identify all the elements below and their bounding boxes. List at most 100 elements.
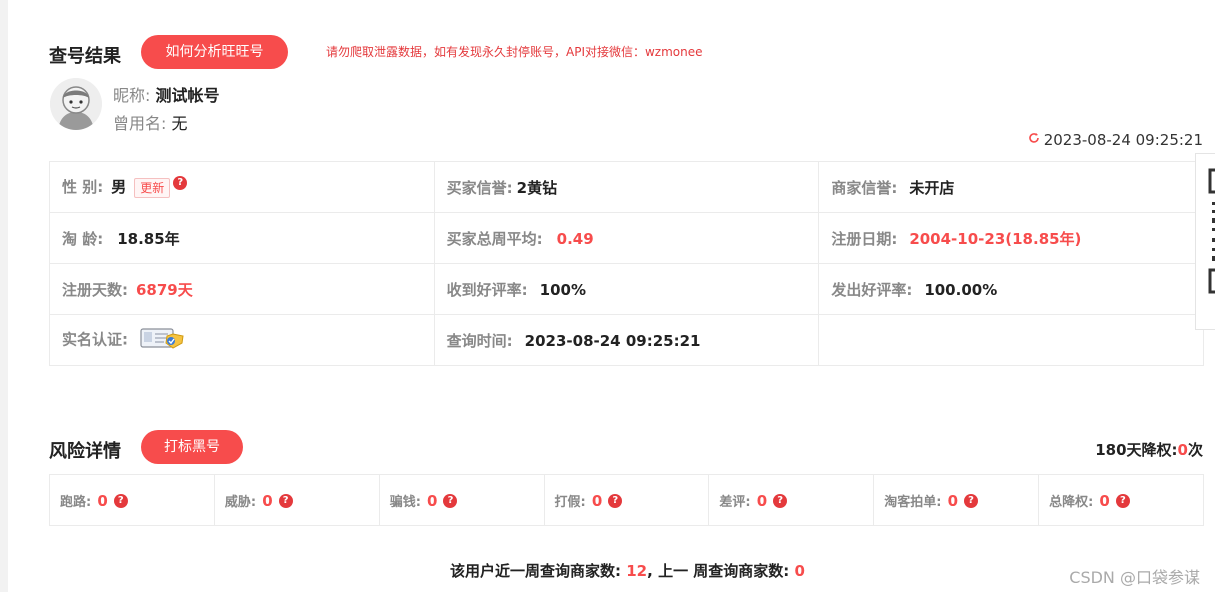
help-icon[interactable]: ?: [773, 493, 788, 508]
table-row: 注册天数: 6879天 收到好评率: 100% 发出好评率: 100.00%: [49, 263, 1204, 315]
avatar: [50, 78, 102, 130]
risk-value: 0: [756, 491, 768, 510]
analyze-wangwang-button[interactable]: 如何分析旺旺号: [141, 35, 288, 69]
reg-date-value: 2004-10-23(18.85年): [909, 229, 1082, 248]
query-time-label: 查询时间:: [446, 331, 513, 350]
age-value: 18.85年: [117, 229, 180, 248]
buyer-weekly-label: 买家总周平均:: [446, 229, 543, 248]
csdn-watermark: CSDN @口袋参谋: [1069, 568, 1200, 587]
gender-cell: 性 别: 男更新?: [49, 161, 435, 213]
good-given-value: 100.00%: [924, 280, 998, 299]
risk-value: 0: [427, 491, 438, 510]
reg-days-value: 6879天: [136, 280, 193, 299]
mark-black-account-button[interactable]: 打标黑号: [141, 430, 243, 464]
risk-label: 骗钱:: [389, 494, 421, 510]
seller-credit-label: 商家信誉:: [831, 178, 898, 197]
reg-days-cell: 注册天数: 6879天: [49, 263, 435, 315]
risk-value: 0: [947, 491, 958, 510]
downgrade-summary: 180天降权:0次: [1095, 439, 1203, 460]
nickname-label: 昵称:: [113, 86, 151, 105]
risk-item-scam: 骗钱: 0?: [378, 474, 545, 526]
buyer-weekly-value: 0.49: [556, 229, 594, 248]
page-title: 查号结果: [49, 46, 121, 67]
former-name-row: 曾用名: 无: [113, 110, 188, 134]
risk-table: 跑路: 0? 威胁: 0? 骗钱: 0? 打假: 0? 差评: 0? 淘客拍单:…: [49, 474, 1204, 526]
timestamp-text: 2023-08-24 09:25:21: [1043, 131, 1203, 149]
help-icon[interactable]: ?: [1115, 493, 1130, 508]
table-row: 跑路: 0? 威胁: 0? 骗钱: 0? 打假: 0? 差评: 0? 淘客拍单:…: [49, 474, 1204, 526]
nickname-value: 测试帐号: [155, 86, 220, 105]
refresh-icon[interactable]: [1028, 132, 1040, 148]
risk-item-counterfeit-report: 打假: 0?: [543, 474, 710, 526]
weekly-current-label: 该用户近一周查询商家数:: [450, 562, 622, 580]
risk-value: 0: [591, 491, 603, 510]
gender-value: 男: [111, 178, 127, 197]
age-cell: 淘 龄: 18.85年: [49, 212, 435, 264]
notice-text: 请勿爬取泄露数据，如有发现永久封停账号，API对接微信：wzmonee: [326, 45, 703, 59]
good-given-label: 发出好评率:: [831, 280, 913, 299]
age-label: 淘 龄:: [62, 229, 104, 248]
seller-credit-cell: 商家信誉: 未开店: [818, 161, 1204, 213]
weekly-current-value: 12: [626, 562, 648, 580]
side-qr-panel[interactable]: [1195, 153, 1215, 330]
risk-label: 淘客拍单:: [884, 494, 942, 510]
help-icon[interactable]: ?: [443, 493, 458, 508]
risk-item-total-downgrade: 总降权: 0?: [1038, 474, 1204, 526]
risk-label: 跑路:: [60, 494, 92, 510]
downgrade-label: 180天降权:: [1095, 441, 1178, 459]
table-row: 实名认证: 查询时间: 2023-08-24 09:25:21: [49, 314, 1204, 366]
risk-value: 0: [1099, 491, 1110, 510]
account-info-table: 性 别: 男更新? 买家信誉: 2黄钻 商家信誉: 未开店 淘 龄: 18.85年 买家…: [49, 161, 1204, 366]
buyer-weekly-cell: 买家总周平均: 0.49: [433, 212, 820, 264]
good-given-cell: 发出好评率: 100.00%: [818, 263, 1204, 315]
risk-item-runaway: 跑路: 0?: [49, 474, 215, 526]
weekly-previous-label: 上一 周查询商家数:: [658, 562, 790, 580]
former-name-label: 曾用名:: [113, 114, 167, 133]
empty-cell: [818, 314, 1204, 366]
help-icon[interactable]: ?: [113, 493, 128, 508]
help-icon[interactable]: ?: [173, 176, 188, 191]
risk-value: 0: [97, 491, 108, 510]
downgrade-count: 0: [1177, 441, 1188, 459]
buyer-credit-label: 买家信誉:: [446, 178, 513, 197]
weekly-separator: ,: [647, 562, 653, 580]
buyer-credit-value: 2黄钻: [516, 178, 558, 197]
risk-title: 风险详情: [49, 441, 121, 462]
risk-item-bad-review: 差评: 0?: [708, 474, 875, 526]
risk-item-taoke-order: 淘客拍单: 0?: [873, 474, 1040, 526]
risk-label: 总降权:: [1049, 494, 1094, 510]
query-time-value: 2023-08-24 09:25:21: [524, 331, 701, 350]
reg-days-label: 注册天数:: [62, 280, 128, 299]
update-button[interactable]: 更新: [134, 177, 171, 198]
query-time-cell: 查询时间: 2023-08-24 09:25:21: [433, 314, 820, 366]
id-card-verified-icon: [140, 327, 184, 353]
good-received-label: 收到好评率:: [446, 280, 528, 299]
realname-label: 实名认证:: [62, 330, 128, 349]
refresh-timestamp[interactable]: 2023-08-24 09:25:21: [1028, 131, 1203, 149]
qr-code-icon: [1208, 168, 1215, 294]
table-row: 性 别: 男更新? 买家信誉: 2黄钻 商家信誉: 未开店: [49, 161, 1204, 213]
realname-cell: 实名认证:: [49, 314, 435, 366]
downgrade-unit: 次: [1187, 441, 1203, 459]
weekly-previous-value: 0: [794, 562, 805, 580]
risk-label: 差评:: [719, 494, 751, 510]
former-name-value: 无: [171, 114, 188, 133]
gender-label: 性 别:: [62, 178, 104, 197]
help-icon[interactable]: ?: [278, 493, 293, 508]
seller-credit-value: 未开店: [909, 178, 955, 197]
good-received-value: 100%: [539, 280, 586, 299]
good-received-cell: 收到好评率: 100%: [433, 263, 820, 315]
risk-label: 威胁:: [224, 494, 257, 510]
table-row: 淘 龄: 18.85年 买家总周平均: 0.49 注册日期: 2004-10-23(1…: [49, 212, 1204, 264]
help-icon[interactable]: ?: [964, 493, 978, 508]
help-icon[interactable]: ?: [608, 493, 623, 508]
avatar-icon: [50, 78, 102, 130]
left-gutter: [0, 0, 8, 592]
reg-date-cell: 注册日期: 2004-10-23(18.85年): [818, 212, 1204, 264]
risk-value: 0: [262, 491, 273, 510]
buyer-credit-cell: 买家信誉: 2黄钻: [433, 161, 820, 213]
nickname-row: 昵称: 测试帐号: [113, 82, 220, 106]
reg-date-label: 注册日期:: [831, 229, 898, 248]
risk-label: 打假:: [554, 494, 586, 510]
risk-item-threat: 威胁: 0?: [213, 474, 380, 526]
